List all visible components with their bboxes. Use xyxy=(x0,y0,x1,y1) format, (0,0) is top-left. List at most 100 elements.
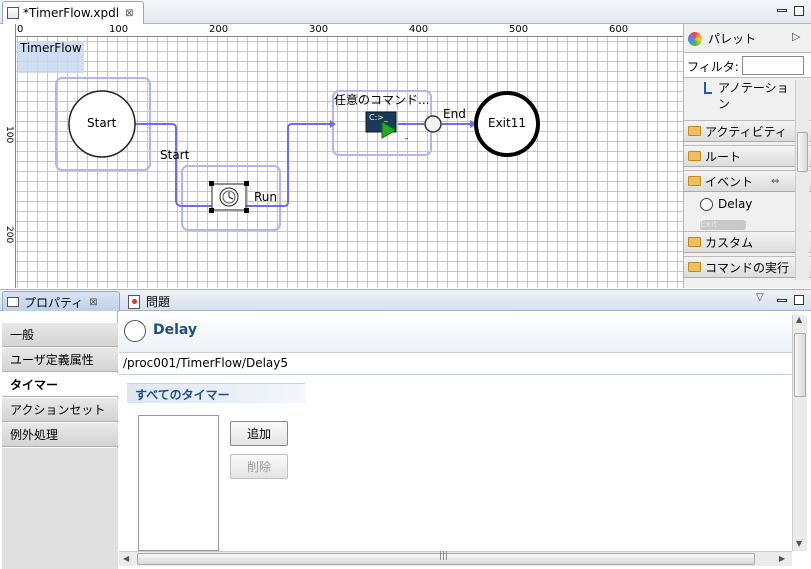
palette-item-annotation[interactable]: アノテーション xyxy=(702,80,798,112)
maximize-icon[interactable] xyxy=(794,295,804,305)
folder-icon xyxy=(688,237,701,247)
prop-tab-timer[interactable]: タイマー xyxy=(2,373,118,397)
selection-handle xyxy=(244,181,249,186)
minimize-icon[interactable] xyxy=(777,9,787,12)
tab-list-filler xyxy=(2,448,118,569)
maximize-icon[interactable] xyxy=(794,6,804,16)
editor-tabbar: *TimerFlow.xpdl ⊠ xyxy=(0,0,811,24)
prop-tab-exception[interactable]: 例外処理 xyxy=(2,423,118,447)
filter-label: フィルタ: xyxy=(687,60,739,74)
clock-icon xyxy=(124,320,146,342)
ruler-tick-label: 100 xyxy=(109,24,129,35)
tab-problems[interactable]: 問題 xyxy=(128,293,170,310)
palette-drawer-route[interactable]: ルート xyxy=(684,145,811,167)
horizontal-scroll-thumb[interactable]: ||| xyxy=(137,551,755,565)
drawer-label: コマンドの実行 xyxy=(705,260,790,275)
horizontal-ruler: 0 100 200 300 400 500 600 xyxy=(0,24,683,37)
section-header: すべてのタイマー xyxy=(127,383,305,403)
clock-icon xyxy=(700,197,713,211)
palette-item-delay[interactable]: Delay xyxy=(700,197,752,211)
palette-item-exit-faint[interactable]: Exit xyxy=(700,220,746,230)
path-row: /proc001/TimerFlow/Delay5 xyxy=(119,353,792,375)
exit-node-label[interactable]: Exit11 xyxy=(488,116,526,130)
prop-tab-general[interactable]: 一般 xyxy=(2,323,118,347)
pool-label: TimerFlow xyxy=(20,41,82,55)
ruler-tick-label: 400 xyxy=(409,24,429,35)
annotation-label: アノテーション xyxy=(718,81,789,111)
element-path: /proc001/TimerFlow/Delay5 xyxy=(123,356,288,370)
vertical-scroll-thumb[interactable] xyxy=(794,333,806,397)
problems-icon xyxy=(128,294,140,309)
tab-properties-label: プロパティ xyxy=(24,295,84,310)
diagram-canvas[interactable]: TimerFlow Start Start Run 任意のコマンド... C:>… xyxy=(0,24,683,288)
palette-scrollbar[interactable] xyxy=(795,80,809,280)
properties-tab-list: 一般 ユーザ定義属性 タイマー アクションセット 例外処理 xyxy=(0,311,118,569)
scroll-up-icon[interactable]: ▲ xyxy=(796,315,802,324)
folder-icon xyxy=(688,126,701,136)
palette-header: パレット xyxy=(688,30,756,47)
prop-tab-user-attributes[interactable]: ユーザ定義属性 xyxy=(2,348,118,372)
palette-drawer-custom[interactable]: カスタム xyxy=(684,231,811,253)
selection-handle xyxy=(209,181,214,186)
pin-icon[interactable]: ⇔ xyxy=(771,176,779,187)
selection-handle xyxy=(209,208,214,213)
delay-label: Delay xyxy=(718,197,753,211)
add-button[interactable]: 追加 xyxy=(230,421,288,446)
palette-drawer-command[interactable]: コマンドの実行 xyxy=(684,256,811,278)
ruler-tick-label: 500 xyxy=(509,24,529,35)
prop-tab-action-set[interactable]: アクションセット xyxy=(2,398,118,422)
filter-input[interactable] xyxy=(742,56,804,75)
vertical-scrollbar[interactable]: ▲ ▼ xyxy=(792,315,807,551)
horizontal-scrollbar[interactable]: ◀ ||| ▶ xyxy=(119,551,792,566)
end-transition-label: End xyxy=(443,107,466,121)
annotation-icon xyxy=(704,82,712,94)
ruler-tick-label: 600 xyxy=(609,24,629,35)
palette-panel: パレット ▷ フィルタ: アノテーション アクティビティ ルート イベント ⇔ D… xyxy=(683,24,811,288)
timer-list[interactable] xyxy=(138,415,219,551)
command-node-label[interactable]: 任意のコマンド... xyxy=(334,91,429,108)
views-tabbar: プロパティ ⊠ 問題 ▽ xyxy=(0,289,811,312)
editor-tab-timerflow[interactable]: *TimerFlow.xpdl ⊠ xyxy=(2,1,144,24)
folder-icon xyxy=(688,151,701,161)
tab-properties[interactable]: プロパティ ⊠ xyxy=(2,291,120,312)
end-intermediate-node xyxy=(424,115,442,133)
ruler-tick-label: 200 xyxy=(209,24,229,35)
ruler-tick-label: 0 xyxy=(17,24,24,35)
scroll-left-icon[interactable]: ◀ xyxy=(123,554,129,563)
ruler-tick-label: 100 xyxy=(4,126,14,144)
selection-handle xyxy=(244,208,249,213)
drawer-label: ルート xyxy=(705,149,742,164)
palette-scroll-thumb[interactable] xyxy=(797,132,808,172)
palette-icon xyxy=(688,31,702,46)
properties-title: Delay xyxy=(153,322,198,338)
delete-button[interactable]: 削除 xyxy=(230,454,288,479)
ruler-tick-label: 200 xyxy=(4,226,14,244)
section-title: すべてのタイマー xyxy=(135,388,230,402)
close-icon[interactable]: ⊠ xyxy=(89,297,97,308)
minimize-icon[interactable] xyxy=(777,299,787,302)
grip-icon: ||| xyxy=(439,551,449,561)
start-node-label[interactable]: Start xyxy=(87,116,116,130)
diagram-svg xyxy=(18,41,540,231)
palette-drawer-activity[interactable]: アクティビティ xyxy=(684,120,811,142)
tab-problems-label: 問題 xyxy=(146,295,171,309)
palette-collapse-icon[interactable]: ▷ xyxy=(792,30,800,43)
close-icon[interactable]: ⊠ xyxy=(125,8,133,19)
properties-icon xyxy=(7,297,19,307)
ruler-tick-label: 300 xyxy=(309,24,329,35)
start-transition-label: Start xyxy=(160,148,190,162)
scroll-down-icon[interactable]: ▼ xyxy=(796,539,802,548)
drawer-label: アクティビティ xyxy=(705,124,787,139)
command-icon-text: C:>_ xyxy=(369,113,388,122)
properties-header: Delay xyxy=(119,311,792,353)
scroll-right-icon[interactable]: ▶ xyxy=(779,554,785,563)
run-transition-label: Run xyxy=(254,190,278,204)
vertical-ruler: 100 200 xyxy=(0,24,16,288)
filter-row: フィルタ: xyxy=(684,52,811,78)
editor-tab-label: *TimerFlow.xpdl xyxy=(23,6,120,20)
palette-title: パレット xyxy=(708,32,757,46)
folder-icon xyxy=(688,262,701,272)
view-menu-icon[interactable]: ▽ xyxy=(756,292,764,303)
xpdl-file-icon xyxy=(7,7,19,19)
palette-drawer-event[interactable]: イベント ⇔ xyxy=(684,170,811,192)
